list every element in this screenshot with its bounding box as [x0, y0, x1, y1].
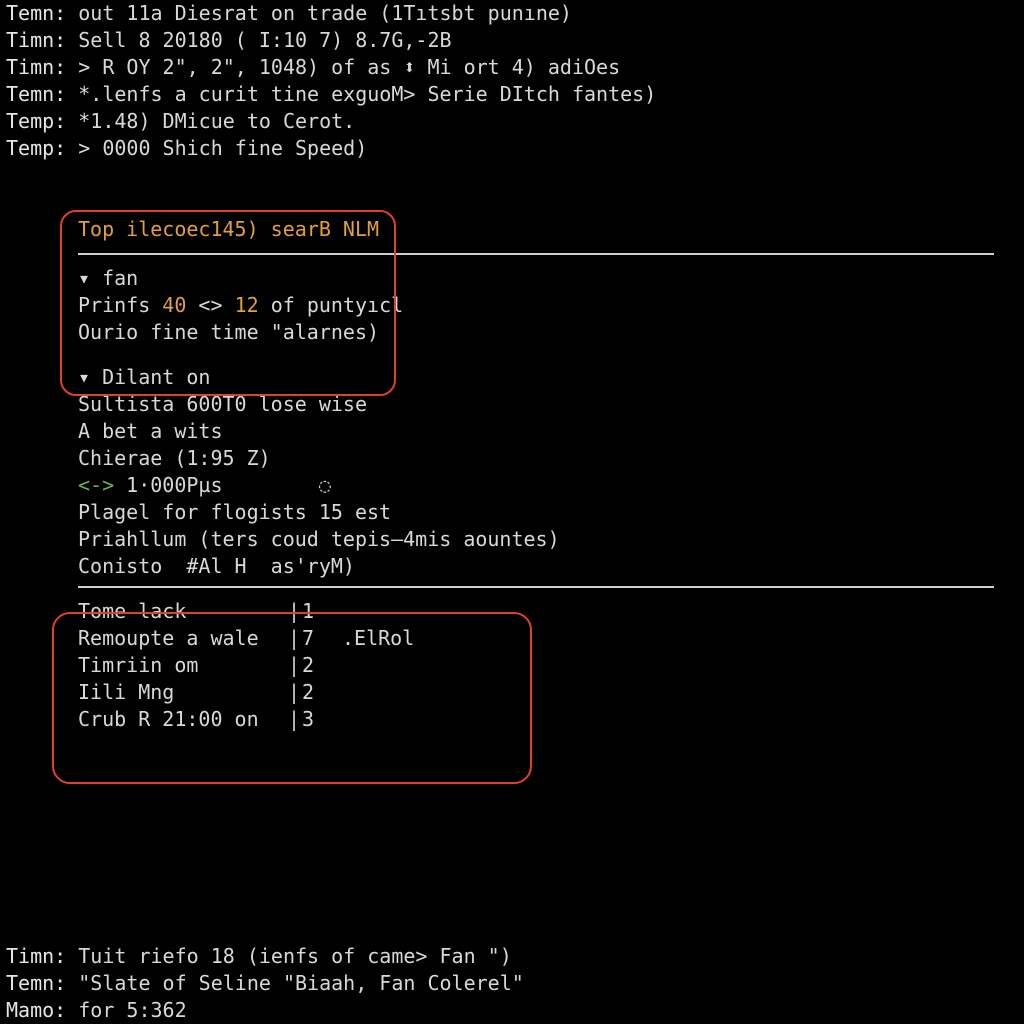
log-bottom: Timn: Tuit riefo 18 (ienfs of came> Fan …	[6, 943, 1018, 1024]
log-line: Temp: > 0000 Shich fine Speed)	[6, 135, 1018, 162]
detail-line: A bet a wits	[78, 418, 994, 445]
log-text: *1.48) DMicue to Cerot.	[78, 109, 355, 133]
cell: Crub R 21:00 on	[78, 706, 288, 733]
log-text: Sell 8 20180 ( I:10 7) 8.7G,-2B	[78, 28, 451, 52]
cell	[342, 598, 994, 625]
log-label: Temn:	[6, 82, 66, 106]
cell: Tome lack	[78, 598, 288, 625]
detail-line: Chierae (1:95 Z)	[78, 445, 994, 472]
detail-line: <-> 1·000Pµs ◌	[78, 472, 994, 499]
divider	[78, 253, 994, 255]
panel-title: Top ilecoec145) searB NLM	[78, 216, 994, 247]
value: 12	[235, 293, 259, 317]
section-header-fan[interactable]: ▾ fan	[78, 265, 994, 292]
value: 40	[162, 293, 186, 317]
log-line: Temn: *.lenfs a curit tine exguoM> Serie…	[6, 81, 1018, 108]
cell: 7	[302, 625, 342, 652]
log-text: *.lenfs a curit tine exguoM> Serie DItch…	[78, 82, 656, 106]
log-line: Timn: Tuit riefo 18 (ienfs of came> Fan …	[6, 943, 1018, 970]
detail-line: Priahllum (ters coud tepis—4mis aountes)	[78, 526, 994, 553]
fan-stats: Prinfs 40 <> 12 of puntyıcl	[78, 292, 994, 319]
col-sep: |	[288, 679, 302, 706]
log-line: Timn: > R OY 2", 2", 1048) of as ⬍ Mi or…	[6, 54, 1018, 81]
log-text: > R OY 2", 2", 1048) of as ⬍ Mi ort 4) a…	[78, 55, 620, 79]
log-text: "Slate of Seline "Biaah, Fan Colerel"	[78, 971, 524, 995]
log-line: Temn: "Slate of Seline "Biaah, Fan Coler…	[6, 970, 1018, 997]
log-top: Temn: out 11a Diesrat on trade (1Tıtsbt …	[6, 0, 1018, 162]
log-text: out 11a Diesrat on trade (1Tıtsbt punıne…	[78, 1, 572, 25]
log-text: Tuit riefo 18 (ienfs of came> Fan ")	[78, 944, 511, 968]
cell: Timriin om	[78, 652, 288, 679]
cell	[342, 652, 994, 679]
log-label: Timn:	[6, 55, 66, 79]
cell: 1	[302, 598, 342, 625]
log-text: for 5:362	[78, 998, 186, 1022]
log-label: Temn:	[6, 1, 66, 25]
table-row: Iili Mng|2	[78, 679, 994, 706]
info-panel: Top ilecoec145) searB NLM ▾ fan Prinfs 4…	[78, 216, 994, 733]
log-label: Temp:	[6, 136, 66, 160]
cell	[342, 679, 994, 706]
table-row: Tome lack|1	[78, 598, 994, 625]
cell	[342, 706, 994, 733]
cell: Remoupte a wale	[78, 625, 288, 652]
cell: 2	[302, 679, 342, 706]
col-sep: |	[288, 706, 302, 733]
cell: 2	[302, 652, 342, 679]
log-line: Temp: *1.48) DMicue to Cerot.	[6, 108, 1018, 135]
spacer	[78, 346, 994, 364]
log-line: Mamo: for 5:362	[6, 997, 1018, 1024]
cell: 3	[302, 706, 342, 733]
log-label: Mamo:	[6, 998, 66, 1022]
terminal-screen: Temn: out 11a Diesrat on trade (1Tıtsbt …	[0, 0, 1024, 1024]
detail-line: Conisto #Al H as'ryM)	[78, 553, 994, 580]
log-label: Temn:	[6, 971, 66, 995]
fan-note: Ourio fine time "alarnes)	[78, 319, 994, 346]
divider	[78, 586, 994, 588]
table-row: Remoupte a wale|7.ElRol	[78, 625, 994, 652]
section-header-dilant[interactable]: ▾ Dilant on	[78, 364, 994, 391]
col-sep: |	[288, 598, 302, 625]
col-sep: |	[288, 652, 302, 679]
log-text: > 0000 Shich fine Speed)	[78, 136, 367, 160]
log-label: Temp:	[6, 109, 66, 133]
detail-line: Sultista 600T0 lose wise	[78, 391, 994, 418]
table-row: Crub R 21:00 on|3	[78, 706, 994, 733]
col-sep: |	[288, 625, 302, 652]
log-label: Timn:	[6, 944, 66, 968]
cell: Iili Mng	[78, 679, 288, 706]
cell: .ElRol	[342, 625, 994, 652]
summary-table: Tome lack|1 Remoupte a wale|7.ElRol Timr…	[78, 598, 994, 733]
detail-line: Plagel for flogists 15 est	[78, 499, 994, 526]
table-row: Timriin om|2	[78, 652, 994, 679]
spinner-icon: ◌	[319, 473, 331, 497]
log-line: Timn: Sell 8 20180 ( I:10 7) 8.7G,-2B	[6, 27, 1018, 54]
arrow-icon: <->	[78, 473, 126, 497]
log-line: Temn: out 11a Diesrat on trade (1Tıtsbt …	[6, 0, 1018, 27]
log-label: Timn:	[6, 28, 66, 52]
